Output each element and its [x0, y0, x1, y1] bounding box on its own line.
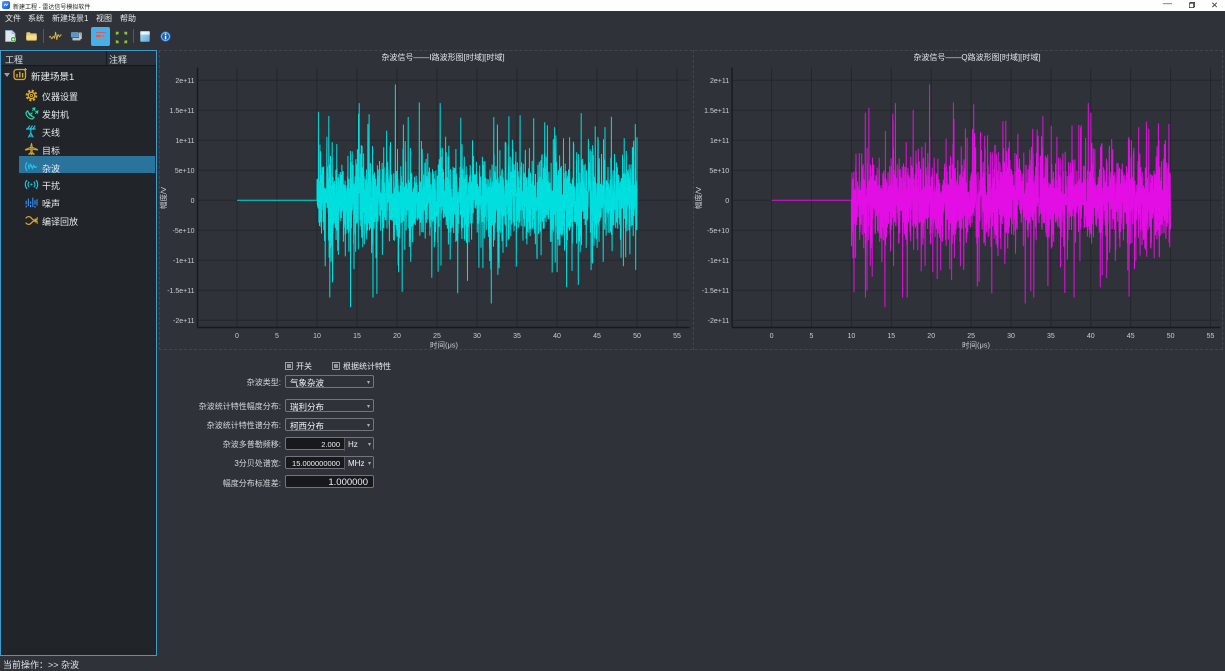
svg-text:幅度/V: 幅度/V [694, 187, 703, 209]
svg-text:-1e+11: -1e+11 [173, 258, 195, 265]
svg-text:5e+10: 5e+10 [175, 168, 195, 175]
svg-text:25: 25 [967, 333, 975, 340]
svg-text:时间(μs): 时间(μs) [962, 340, 991, 350]
svg-text:45: 45 [593, 333, 601, 340]
svg-text:20: 20 [393, 333, 401, 340]
svg-text:杂波信号——I路波形图[时域][时域]: 杂波信号——I路波形图[时域][时域] [381, 52, 504, 62]
svg-text:1.5e+11: 1.5e+11 [170, 108, 195, 115]
svg-text:-1e+11: -1e+11 [708, 258, 730, 265]
svg-text:30: 30 [473, 333, 481, 340]
svg-text:5: 5 [275, 333, 279, 340]
svg-text:0: 0 [235, 333, 239, 340]
svg-text:-1.5e+11: -1.5e+11 [702, 288, 729, 295]
svg-text:55: 55 [1207, 333, 1215, 340]
svg-text:5e+10: 5e+10 [709, 168, 729, 175]
svg-text:30: 30 [1007, 333, 1015, 340]
svg-text:幅度/V: 幅度/V [160, 187, 168, 209]
svg-text:0: 0 [725, 198, 729, 205]
svg-text:40: 40 [553, 333, 561, 340]
svg-text:25: 25 [433, 333, 441, 340]
svg-text:50: 50 [633, 333, 641, 340]
svg-text:15: 15 [353, 333, 361, 340]
svg-text:55: 55 [673, 333, 681, 340]
svg-text:0: 0 [770, 333, 774, 340]
svg-text:50: 50 [1167, 333, 1175, 340]
svg-text:35: 35 [513, 333, 521, 340]
svg-text:-2e+11: -2e+11 [173, 318, 195, 325]
svg-text:35: 35 [1047, 333, 1055, 340]
svg-text:2e+11: 2e+11 [710, 78, 729, 85]
svg-text:1e+11: 1e+11 [710, 138, 729, 145]
svg-text:20: 20 [927, 333, 935, 340]
svg-text:15: 15 [887, 333, 895, 340]
svg-text:-2e+11: -2e+11 [708, 318, 730, 325]
svg-text:杂波信号——Q路波形图[时域][时域]: 杂波信号——Q路波形图[时域][时域] [913, 52, 1040, 62]
svg-text:1e+11: 1e+11 [175, 138, 194, 145]
svg-text:时间(μs): 时间(μs) [430, 340, 459, 350]
svg-text:2e+11: 2e+11 [175, 78, 194, 85]
svg-text:45: 45 [1127, 333, 1135, 340]
svg-text:1.5e+11: 1.5e+11 [704, 108, 729, 115]
svg-text:-5e+10: -5e+10 [173, 228, 195, 235]
svg-text:10: 10 [313, 333, 321, 340]
svg-text:10: 10 [848, 333, 856, 340]
svg-text:40: 40 [1087, 333, 1095, 340]
svg-text:-1.5e+11: -1.5e+11 [167, 288, 194, 295]
svg-text:5: 5 [810, 333, 814, 340]
svg-text:-5e+10: -5e+10 [707, 228, 729, 235]
svg-text:0: 0 [191, 198, 195, 205]
